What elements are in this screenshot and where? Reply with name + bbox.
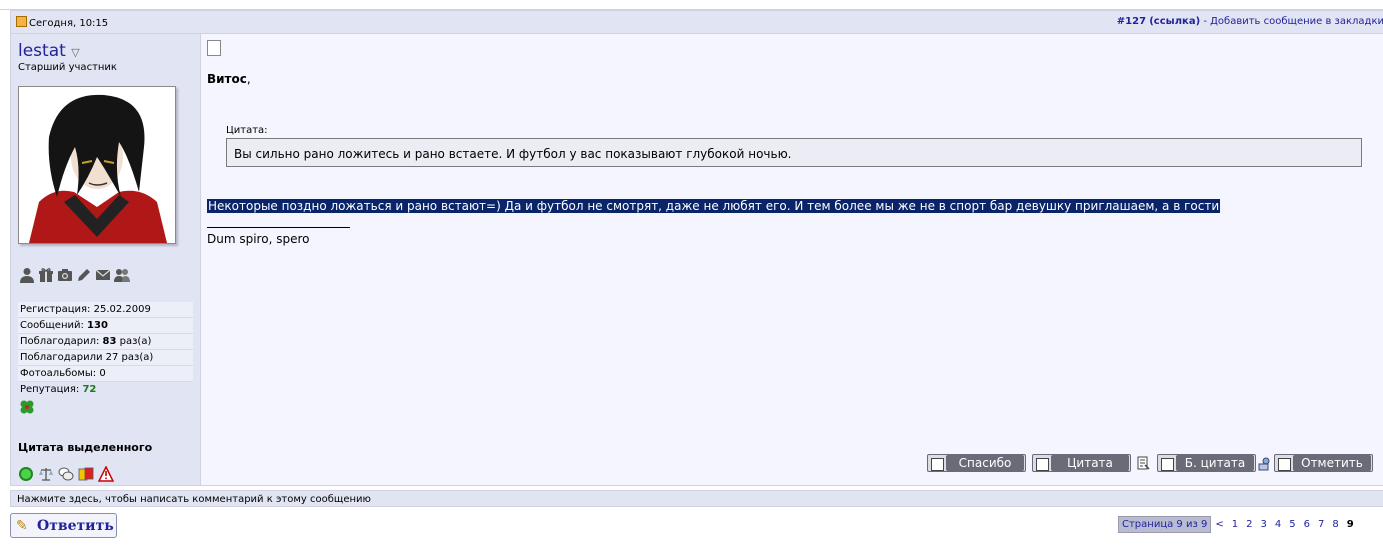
friends-icon[interactable]: [114, 267, 130, 283]
quote-button-label: Цитата: [1051, 455, 1129, 471]
post-date-text: Сегодня, 10:15: [29, 18, 109, 29]
pagination-page[interactable]: 5: [1285, 519, 1299, 530]
pencil-icon: ✎: [16, 518, 28, 534]
quote-selected-link[interactable]: Цитата выделенного: [18, 441, 152, 454]
post-header: Сегодня, 10:15 #127 (ссылка) - Добавить …: [11, 11, 1383, 34]
report-button-label: Отметить: [1293, 455, 1371, 471]
post-links: #127 (ссылка) - Добавить сообщение в зак…: [1117, 16, 1383, 27]
pagination-prev[interactable]: <: [1211, 519, 1227, 530]
stat-registration-value: 25.02.2009: [93, 304, 151, 315]
avatar: [18, 86, 176, 244]
stat-registration-label: Регистрация:: [20, 304, 94, 315]
post: Сегодня, 10:15 #127 (ссылка) - Добавить …: [10, 10, 1383, 486]
post-status-icon: [16, 16, 27, 27]
quote-button[interactable]: Цитата: [1032, 454, 1131, 472]
camera-icon[interactable]: [57, 267, 73, 283]
thanks-button[interactable]: Спасибо: [927, 454, 1026, 472]
stat-registration: Регистрация: 25.02.2009: [18, 302, 193, 318]
message-body-selected: Некоторые поздно ложаться и рано встают=…: [207, 199, 1221, 213]
stat-reputation: Репутация: 72: [18, 382, 193, 397]
signature-divider: [207, 227, 350, 228]
quote-text: Вы сильно рано ложитесь и рано встаете. …: [234, 147, 792, 161]
report-warning-icon[interactable]: [97, 465, 115, 482]
pagination: Страница 9 из 9 < 1 2 3 4 5 6 7 8 9: [1118, 515, 1358, 533]
envelope-icon[interactable]: [95, 267, 111, 283]
salutation-name: Витос: [207, 72, 247, 86]
user-menu-icon[interactable]: ▽: [71, 46, 79, 59]
user-actions: [19, 267, 130, 283]
quote-edit-icon: [1036, 458, 1049, 471]
profile-icon[interactable]: [19, 267, 35, 283]
pagination-page[interactable]: 1: [1228, 519, 1242, 530]
stat-thanked-label: Поблагодарил:: [20, 336, 103, 347]
bookmark-link[interactable]: - Добавить сообщение в закладки: [1200, 16, 1383, 27]
pagination-page[interactable]: 2: [1242, 519, 1256, 530]
username-text[interactable]: lestat: [18, 41, 66, 61]
scales-icon[interactable]: [38, 466, 54, 482]
gift-icon[interactable]: [38, 267, 54, 283]
thanks-edit-icon: [931, 458, 944, 471]
pagination-current-page: 9: [1346, 518, 1354, 530]
chat-bubbles-icon[interactable]: [58, 466, 74, 482]
multi-quote-icon[interactable]: [1137, 456, 1150, 471]
user-info-panel: lestat ▽ Старший участник Регистрация: 2…: [11, 34, 201, 485]
cards-icon[interactable]: [78, 466, 94, 482]
post-number-link[interactable]: #127: [1117, 16, 1146, 27]
reply-button[interactable]: ✎ Ответить: [10, 513, 117, 538]
pagination-page[interactable]: 3: [1256, 519, 1270, 530]
reputation-clover-icon: [19, 399, 35, 415]
quote-box: Вы сильно рано ложитесь и рано встаете. …: [226, 138, 1362, 167]
post-status-icons: [18, 465, 115, 482]
users-link-icon[interactable]: [1257, 456, 1272, 471]
pagination-page[interactable]: 8: [1328, 519, 1342, 530]
stat-albums[interactable]: Фотоальбомы: 0: [18, 366, 193, 382]
stat-messages: Сообщений: 130: [18, 318, 193, 334]
stat-was-thanked: Поблагодарили 27 раз(а): [18, 350, 193, 366]
message-panel: Витос, Цитата: Вы сильно рано ложитесь и…: [201, 34, 1383, 485]
comment-bar[interactable]: Нажмите здесь, чтобы написать комментари…: [10, 490, 1383, 507]
message-document-icon: [207, 40, 221, 56]
online-status-icon: [18, 466, 34, 482]
pagination-page[interactable]: 6: [1300, 519, 1314, 530]
stat-thanked: Поблагодарил: 83 раз(а): [18, 334, 193, 350]
pencil-icon[interactable]: [76, 267, 92, 283]
stat-messages-value: 130: [87, 320, 108, 331]
stat-thanked-suffix: раз(а): [116, 336, 152, 347]
avatar-image: [19, 87, 175, 243]
fast-quote-button-label: Б. цитата: [1176, 455, 1254, 471]
signature: Dum spiro, spero: [207, 232, 310, 246]
report-edit-icon: [1278, 458, 1291, 471]
thanks-button-label: Спасибо: [946, 455, 1024, 471]
user-title: Старший участник: [18, 62, 117, 73]
stat-reputation-label: Репутация:: [20, 384, 83, 395]
salutation: Витос,: [207, 72, 251, 86]
stat-reputation-value: 72: [82, 384, 97, 395]
stat-thanked-value: 83: [102, 336, 117, 347]
quote-label: Цитата:: [226, 125, 268, 136]
salutation-comma: ,: [246, 72, 251, 86]
post-date: Сегодня, 10:15: [16, 16, 108, 29]
pagination-page[interactable]: 4: [1271, 519, 1285, 530]
pagination-page[interactable]: 7: [1314, 519, 1328, 530]
pagination-label: Страница 9 из 9: [1118, 515, 1212, 533]
post-permalink[interactable]: (ссылка): [1149, 16, 1200, 27]
comment-bar-text[interactable]: Нажмите здесь, чтобы написать комментари…: [17, 494, 371, 505]
stat-messages-label: Сообщений:: [20, 320, 88, 331]
user-stats: Регистрация: 25.02.2009 Сообщений: 130 П…: [18, 302, 193, 397]
fast-quote-edit-icon: [1161, 458, 1174, 471]
report-button[interactable]: Отметить: [1274, 454, 1373, 472]
username[interactable]: lestat ▽: [18, 41, 80, 61]
reply-button-label: Ответить: [37, 518, 114, 534]
top-divider: [0, 0, 1383, 10]
fast-quote-button[interactable]: Б. цитата: [1157, 454, 1256, 472]
